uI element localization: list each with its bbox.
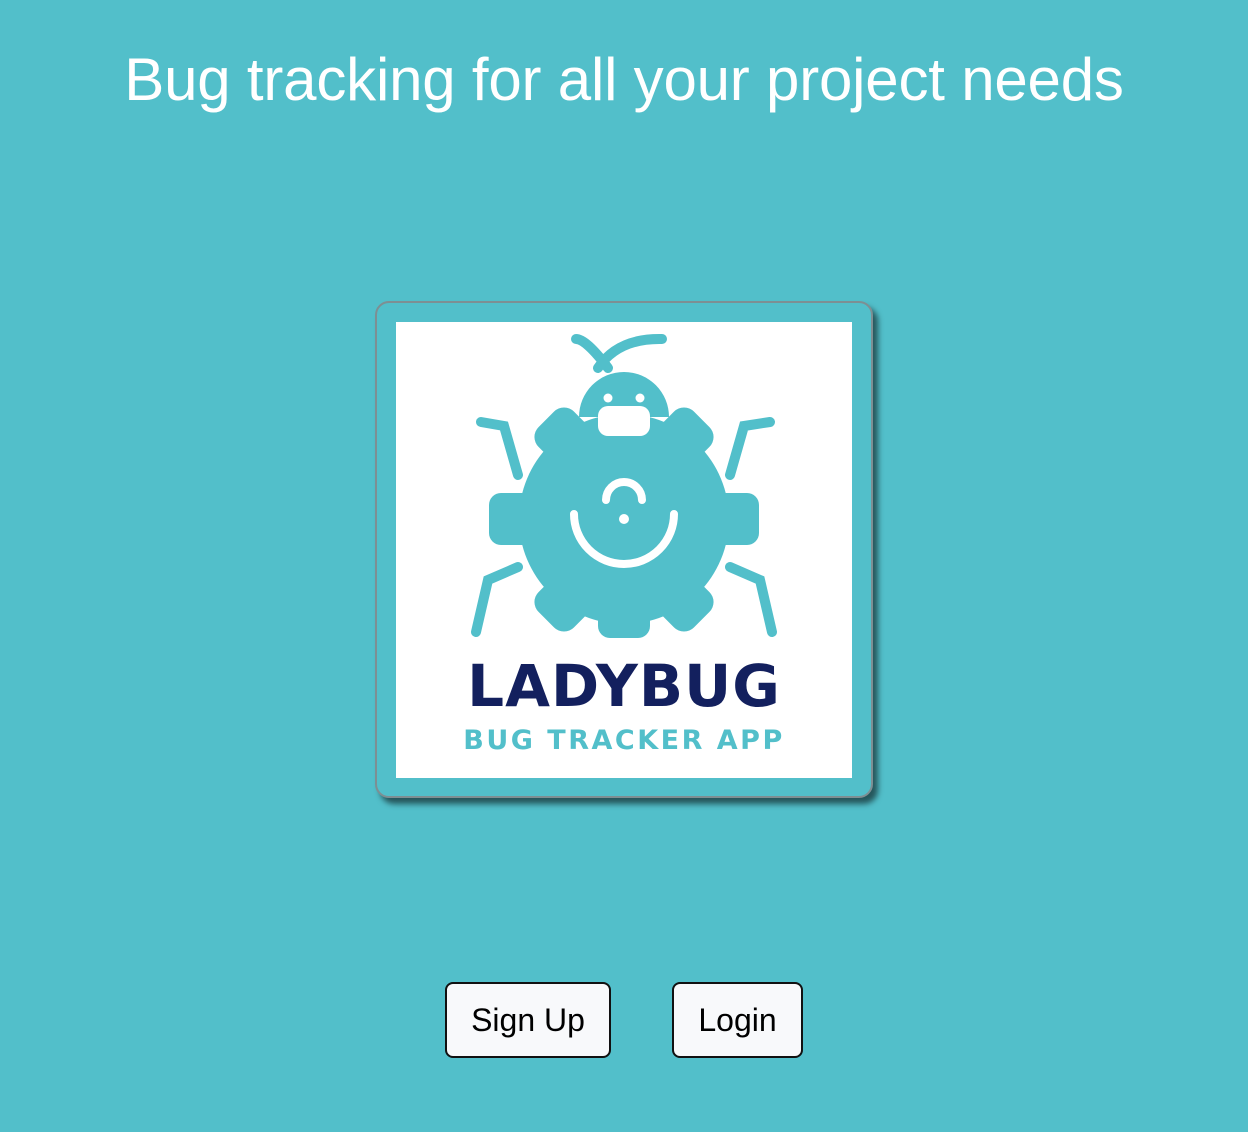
login-button[interactable]: Login	[672, 982, 803, 1058]
logo-brand-name: LADYBUG	[467, 652, 781, 720]
logo-tagline: BUG TRACKER APP	[463, 725, 785, 756]
logo: LADYBUG BUG TRACKER APP	[396, 322, 852, 778]
page-headline: Bug tracking for all your project needs	[124, 46, 1124, 113]
sign-up-button[interactable]: Sign Up	[445, 982, 611, 1058]
logo-card: LADYBUG BUG TRACKER APP	[375, 301, 873, 798]
